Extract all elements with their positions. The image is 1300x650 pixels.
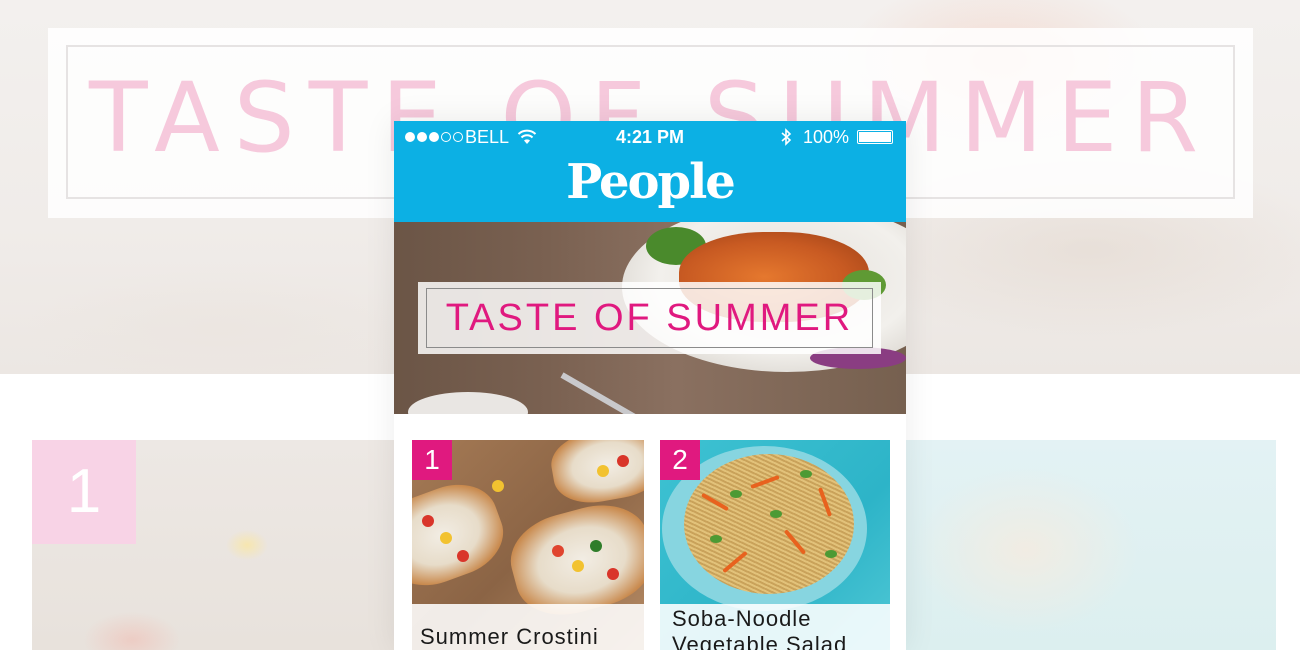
phone-screen: BELL 4:21 PM 100% People TASTE OF SUMMER xyxy=(394,121,906,650)
recipe-card-summer-crostini[interactable]: 1 Summer Crostini xyxy=(412,440,644,650)
recipe-number-badge: 1 xyxy=(412,440,452,480)
people-logo[interactable]: People xyxy=(394,152,906,212)
battery-icon xyxy=(857,130,893,144)
recipe-title: Summer Crostini xyxy=(412,604,644,650)
recipe-number-badge: 2 xyxy=(660,440,700,480)
background-card-badge: 1 xyxy=(32,440,136,544)
recipe-card-soba-noodle-salad[interactable]: 2 Soba-Noodle Vegetable Salad xyxy=(660,440,890,650)
status-bar: BELL 4:21 PM 100% xyxy=(394,121,906,153)
recipe-grid: 1 Summer Crostini 2 Soba-Noodle Vegetabl… xyxy=(394,414,906,650)
hero-title: TASTE OF SUMMER xyxy=(445,297,854,339)
bluetooth-icon xyxy=(781,128,792,146)
hero-title-panel: TASTE OF SUMMER xyxy=(418,282,881,354)
hero-banner[interactable]: TASTE OF SUMMER xyxy=(394,222,906,414)
app-header: BELL 4:21 PM 100% People xyxy=(394,121,906,222)
recipe-title: Soba-Noodle Vegetable Salad xyxy=(660,604,890,650)
background-card-noodles xyxy=(906,440,1276,650)
battery-percentage: 100% xyxy=(803,127,850,147)
